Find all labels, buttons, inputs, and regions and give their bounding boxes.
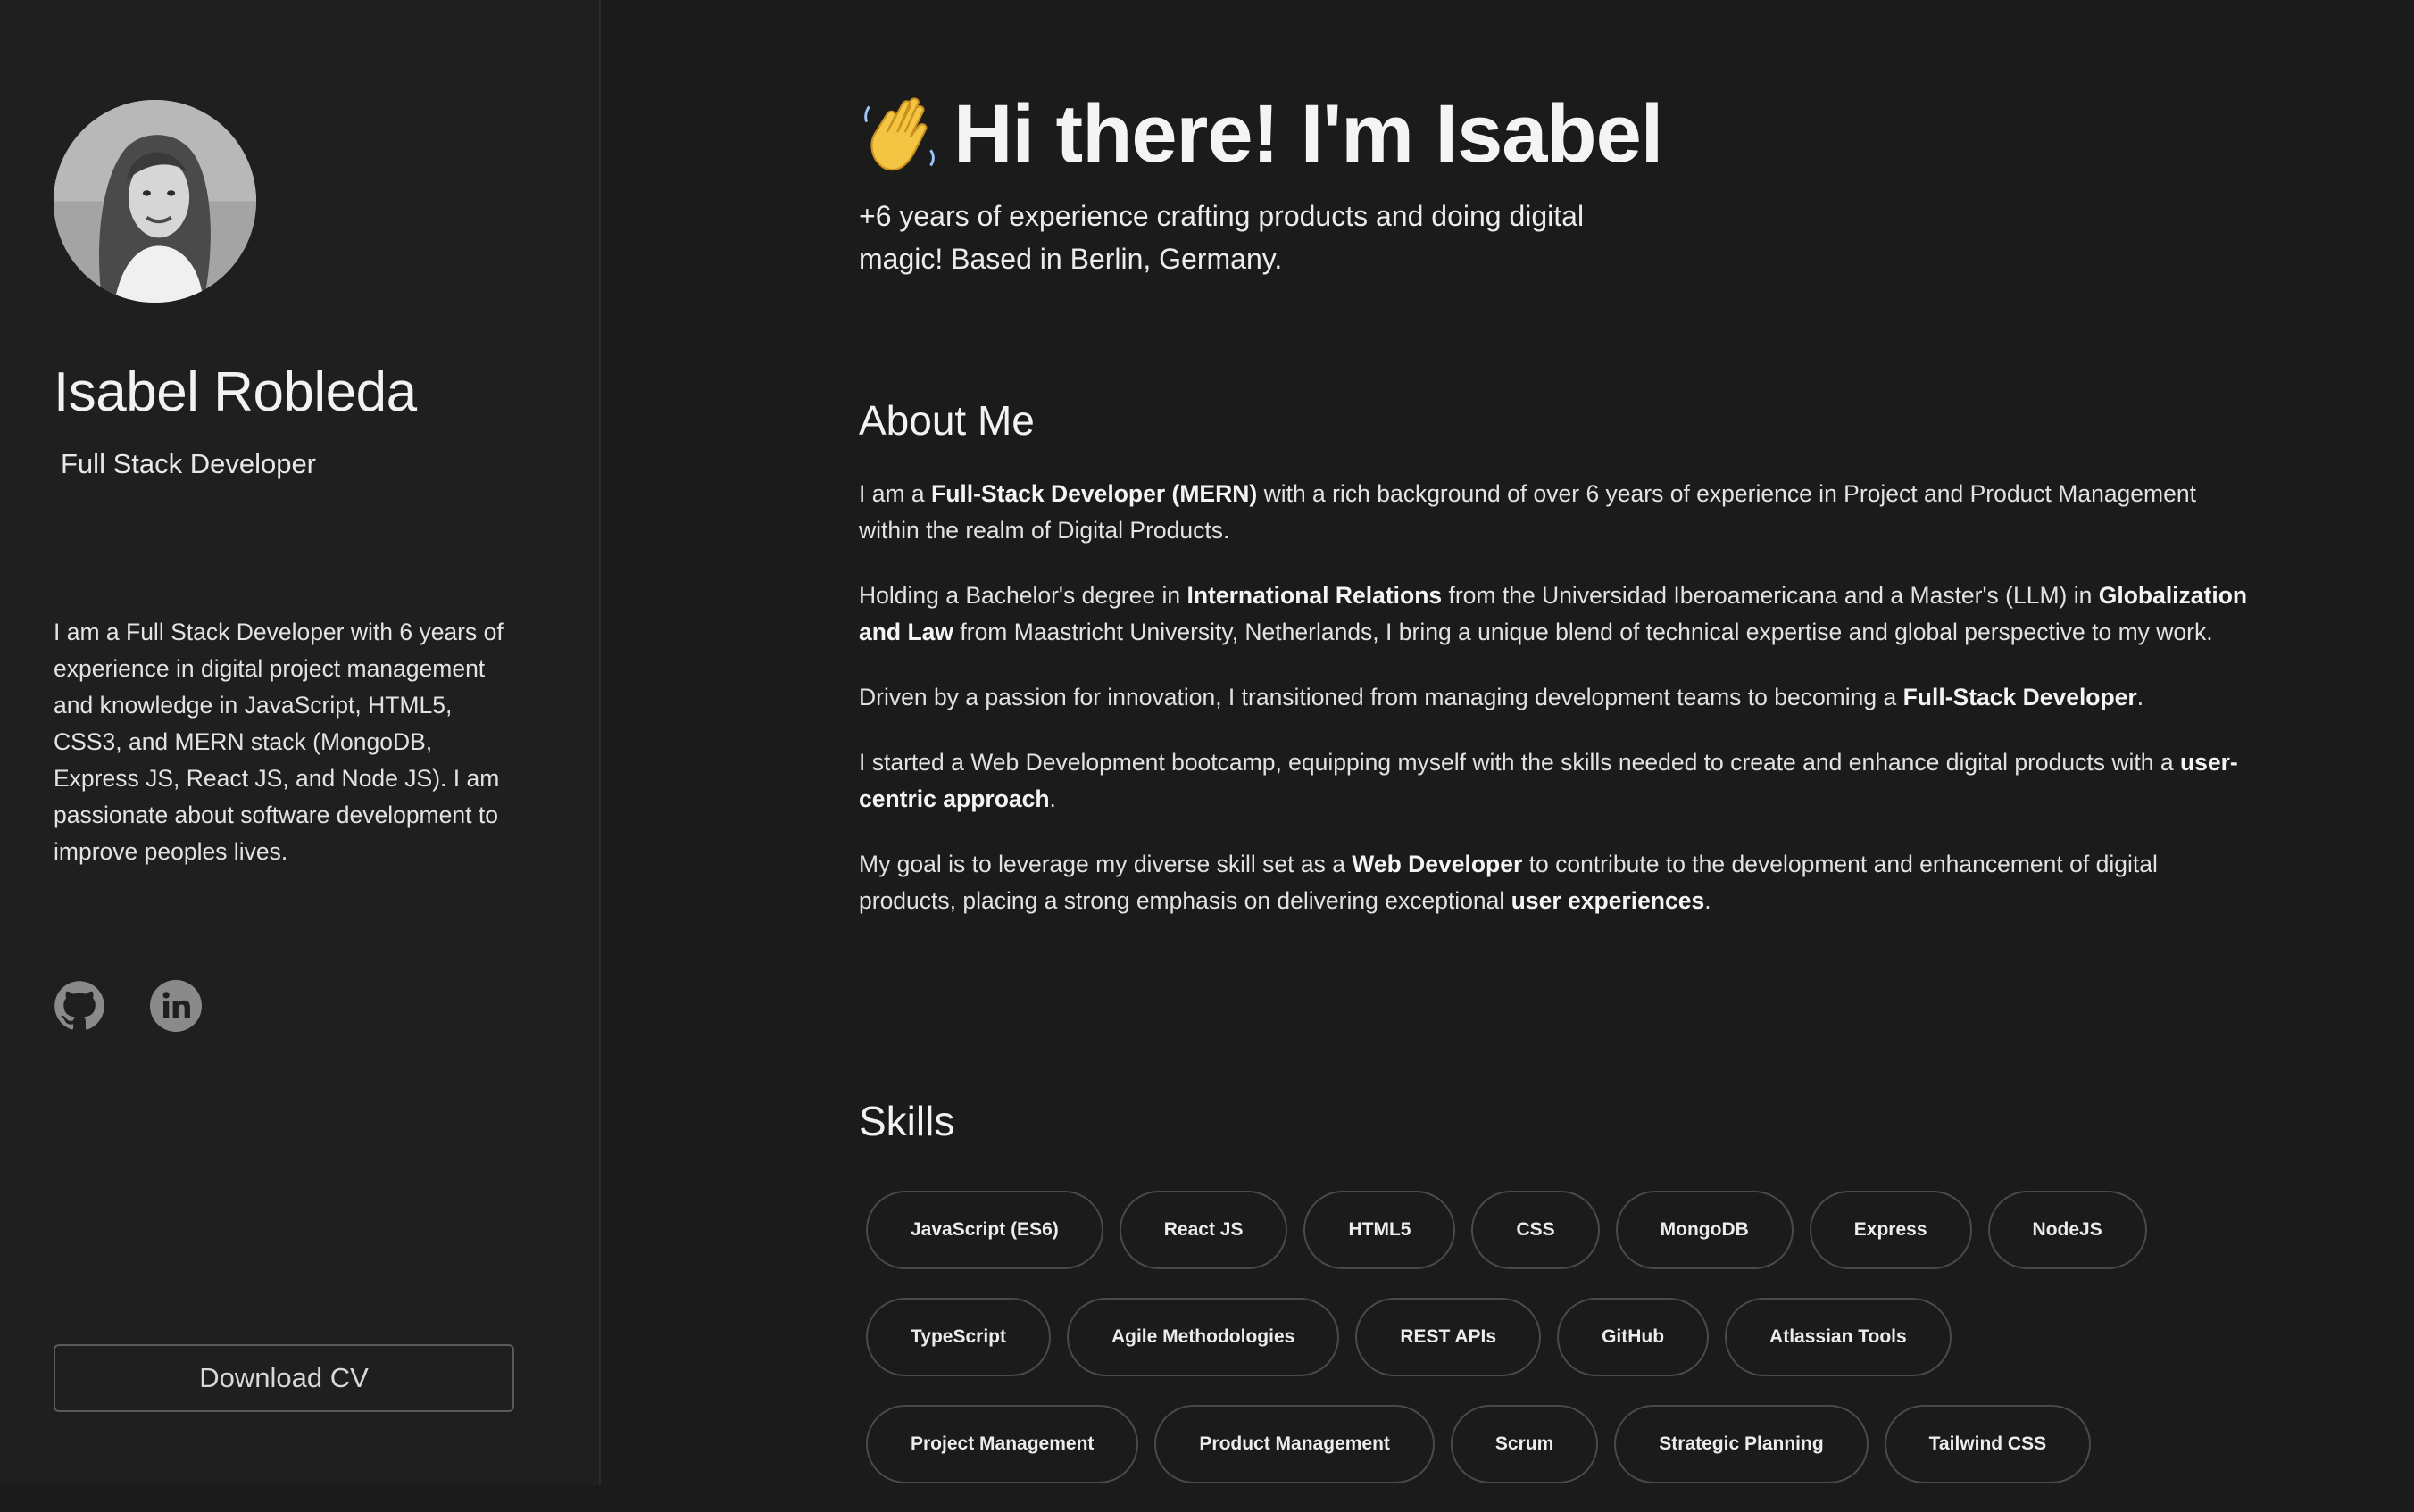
about-paragraph: My goal is to leverage my diverse skill … bbox=[859, 846, 2252, 919]
about-highlight: Full-Stack Developer bbox=[1902, 684, 2137, 710]
avatar bbox=[54, 100, 256, 303]
skill-chip: REST APIs bbox=[1355, 1298, 1542, 1376]
skill-chip: Tailwind CSS bbox=[1884, 1405, 2092, 1483]
about-text: I started a Web Development bootcamp, eq… bbox=[859, 749, 2180, 776]
about-body: I am a Full-Stack Developer (MERN) with … bbox=[859, 476, 2252, 948]
about-text: . bbox=[2136, 684, 2144, 710]
skill-chip: NodeJS bbox=[1987, 1191, 2147, 1269]
about-highlight: Web Developer bbox=[1352, 851, 1523, 877]
profile-role: Full Stack Developer bbox=[61, 448, 317, 479]
skill-chip: Atlassian Tools bbox=[1725, 1298, 1952, 1376]
skill-chip: Strategic Planning bbox=[1614, 1405, 1869, 1483]
github-link[interactable] bbox=[54, 980, 105, 1032]
profile-name: Isabel Robleda bbox=[54, 361, 417, 423]
about-text: Holding a Bachelor's degree in bbox=[859, 582, 1187, 609]
skill-chip: Product Management bbox=[1154, 1405, 1435, 1483]
about-title: About Me bbox=[859, 397, 1035, 444]
skills-row: TypeScript Agile Methodologies REST APIs Gi… bbox=[866, 1298, 2259, 1376]
about-paragraph: Holding a Bachelor's degree in Internati… bbox=[859, 577, 2252, 651]
about-paragraph: I am a Full-Stack Developer (MERN) with … bbox=[859, 476, 2252, 549]
skills-list: JavaScript (ES6) React JS HTML5 CSS MongoDB E… bbox=[866, 1191, 2259, 1512]
skill-chip: Agile Methodologies bbox=[1066, 1298, 1340, 1376]
skills-row: JavaScript (ES6) React JS HTML5 CSS MongoDB E… bbox=[866, 1191, 2259, 1269]
github-icon bbox=[54, 981, 104, 1030]
about-highlight: International Relations bbox=[1186, 582, 1443, 609]
skill-chip: JavaScript (ES6) bbox=[866, 1191, 1103, 1269]
profile-photo bbox=[54, 100, 256, 303]
skill-chip: GitHub bbox=[1557, 1298, 1710, 1376]
about-text: . bbox=[1049, 785, 1056, 812]
hero-subtitle: +6 years of experience crafting products… bbox=[859, 200, 1585, 275]
skills-title: Skills bbox=[859, 1098, 955, 1144]
download-cv-button[interactable]: Download CV bbox=[54, 1344, 514, 1412]
hero-title: Hi there! I'm Isabel bbox=[953, 88, 1663, 179]
waving-hand-icon bbox=[864, 96, 935, 170]
profile-bio: I am a Full Stack Developer with 6 years… bbox=[54, 619, 504, 865]
about-highlight: user experiences bbox=[1511, 887, 1705, 914]
about-text: . bbox=[1704, 887, 1711, 914]
about-text: from the Universidad Iberoamericana and … bbox=[1442, 582, 2099, 609]
about-text: from Maastricht University, Netherlands,… bbox=[953, 619, 2213, 645]
about-paragraph: Driven by a passion for innovation, I tr… bbox=[859, 679, 2252, 716]
about-highlight: Full-Stack Developer (MERN) bbox=[931, 480, 1258, 507]
skill-chip: HTML5 bbox=[1303, 1191, 1456, 1269]
social-links bbox=[54, 980, 202, 1032]
skill-chip: MongoDB bbox=[1615, 1191, 1794, 1269]
sidebar: Isabel Robleda Full Stack Developer I am… bbox=[0, 0, 601, 1485]
about-text: Driven by a passion for innovation, I tr… bbox=[859, 684, 1903, 710]
about-paragraph: I started a Web Development bootcamp, eq… bbox=[859, 744, 2252, 818]
linkedin-link[interactable] bbox=[150, 980, 202, 1032]
skill-chip: TypeScript bbox=[866, 1298, 1051, 1376]
skill-chip: Scrum bbox=[1450, 1405, 1599, 1483]
skill-chip: React JS bbox=[1119, 1191, 1288, 1269]
linkedin-icon bbox=[150, 980, 202, 1032]
about-text: I am a bbox=[859, 480, 932, 507]
skills-row: Project Management Product Management Scru… bbox=[866, 1405, 2259, 1483]
hero-heading: Hi there! I'm Isabel bbox=[859, 87, 1663, 181]
skill-chip: CSS bbox=[1471, 1191, 1600, 1269]
skill-chip: Express bbox=[1809, 1191, 1972, 1269]
skill-chip: Project Management bbox=[866, 1405, 1139, 1483]
about-text: My goal is to leverage my diverse skill … bbox=[859, 851, 1353, 877]
